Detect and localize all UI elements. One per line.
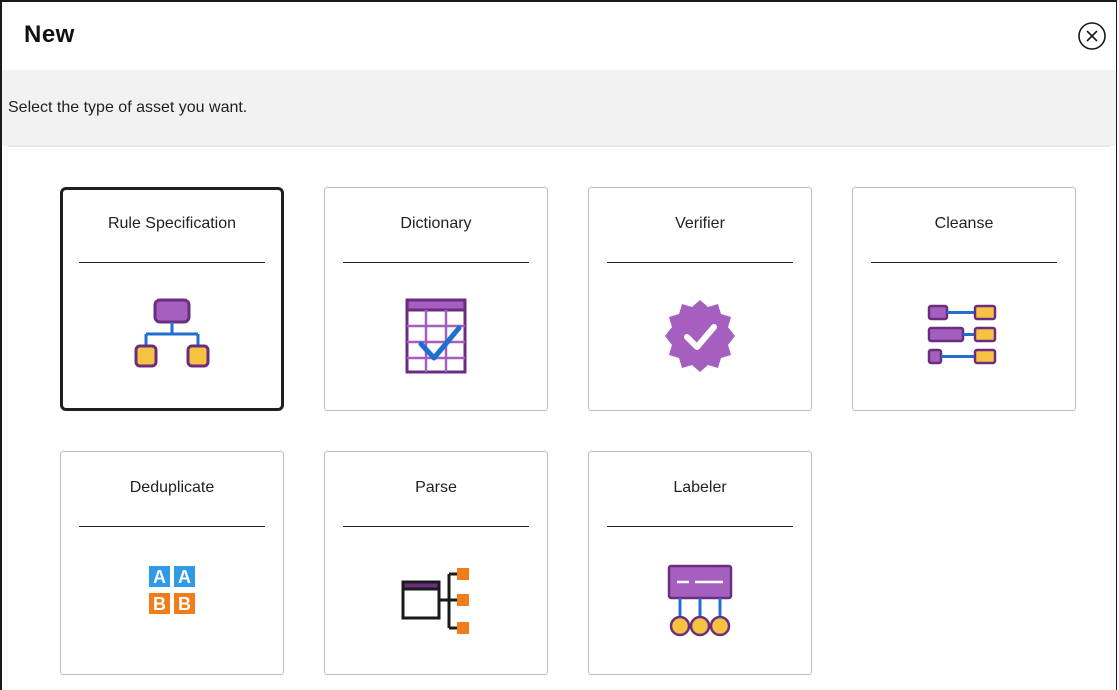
verifier-icon: [665, 300, 735, 372]
card-divider: [343, 526, 529, 527]
cleanse-icon: [927, 304, 997, 365]
card-divider: [79, 526, 265, 527]
close-circle-icon: [1078, 22, 1106, 50]
card-divider: [607, 262, 793, 263]
dictionary-icon: [405, 298, 467, 374]
asset-type-grid: Rule Specification Dictionary Verifier C…: [8, 146, 1110, 690]
asset-card-label: Deduplicate: [129, 479, 215, 496]
asset-card-label: Parse: [415, 479, 457, 496]
asset-card-deduplicate[interactable]: Deduplicate A A B B: [60, 451, 284, 675]
svg-text:B: B: [178, 594, 191, 614]
close-button[interactable]: [1076, 20, 1108, 52]
card-divider: [343, 262, 529, 263]
asset-card-label: Rule Specification: [107, 215, 237, 232]
new-asset-dialog: New Select the type of asset you want. R…: [0, 0, 1117, 690]
dialog-instructions: Select the type of asset you want.: [2, 70, 1116, 146]
asset-card-verifier[interactable]: Verifier: [588, 187, 812, 411]
svg-text:B: B: [153, 594, 166, 614]
svg-text:A: A: [178, 567, 191, 587]
deduplicate-icon: A A B B: [149, 566, 195, 614]
card-divider: [79, 262, 265, 263]
asset-card-label: Verifier: [675, 215, 725, 232]
asset-card-labeler[interactable]: Labeler: [588, 451, 812, 675]
card-divider: [871, 262, 1057, 263]
asset-card-parse[interactable]: Parse: [324, 451, 548, 675]
asset-card-rule-specification[interactable]: Rule Specification: [60, 187, 284, 411]
asset-card-label: Labeler: [673, 479, 727, 496]
parse-icon: [401, 568, 469, 634]
card-divider: [607, 526, 793, 527]
instruction-text: Select the type of asset you want.: [8, 99, 248, 116]
labeler-icon: [667, 564, 733, 637]
dialog-header: New: [2, 2, 1116, 70]
asset-card-dictionary[interactable]: Dictionary: [324, 187, 548, 411]
asset-card-cleanse[interactable]: Cleanse: [852, 187, 1076, 411]
asset-card-label: Dictionary: [400, 215, 472, 232]
asset-card-label: Cleanse: [934, 215, 994, 232]
dialog-title: New: [24, 21, 75, 48]
svg-text:A: A: [153, 567, 166, 587]
rule-specification-icon: [134, 298, 210, 368]
